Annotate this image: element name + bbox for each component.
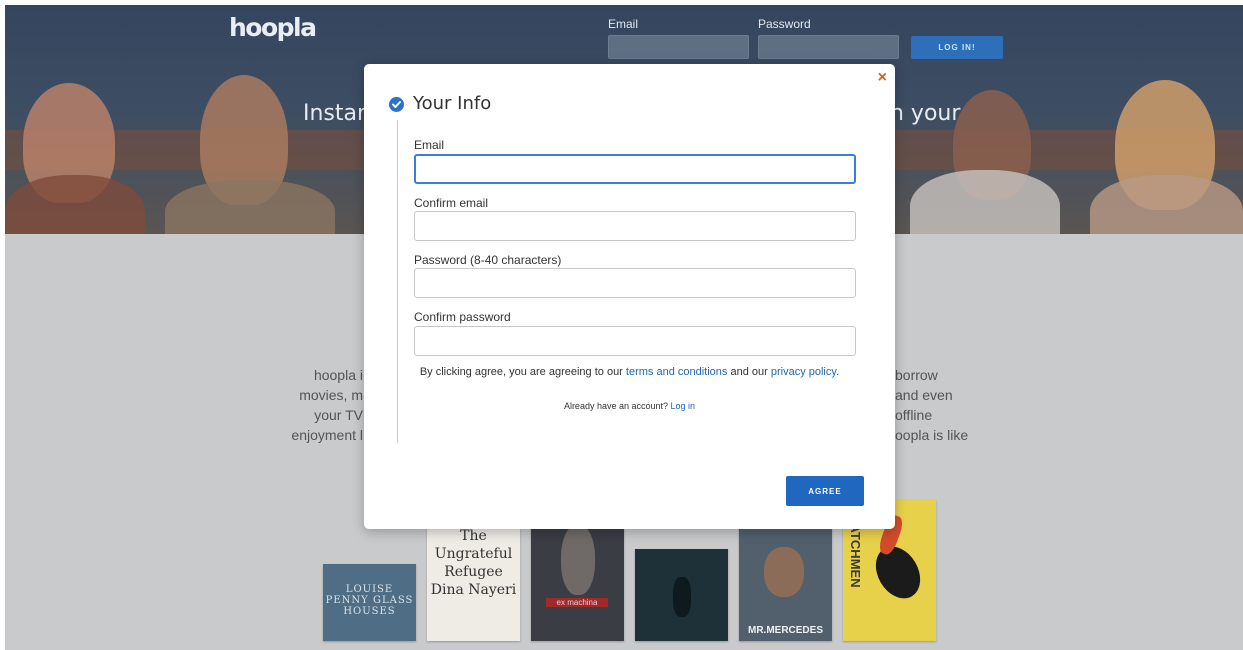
confirm-email-label: Confirm email [414, 196, 489, 210]
confirm-email-field[interactable] [414, 211, 856, 241]
privacy-link[interactable]: privacy policy [771, 366, 836, 378]
page-background: hoopla Email Password LOG IN! Instant h … [5, 5, 1243, 650]
agreement-text: By clicking agree, you are agreeing to o… [364, 366, 895, 378]
step-rail [397, 120, 398, 443]
password-field[interactable] [414, 268, 856, 298]
your-info-modal: × Your Info Email Confirm email Password… [364, 64, 895, 529]
agreement-text-part: and our [730, 366, 768, 378]
password-label: Password (8-40 characters) [414, 253, 562, 267]
email-field[interactable] [414, 154, 856, 184]
modal-title: Your Info [413, 93, 492, 114]
check-circle-icon [389, 97, 404, 112]
agreement-text-part: . [836, 366, 840, 378]
confirm-password-field[interactable] [414, 326, 856, 356]
close-icon[interactable]: × [878, 70, 887, 86]
confirm-password-label: Confirm password [414, 310, 511, 324]
terms-link[interactable]: terms and conditions [626, 366, 728, 378]
agreement-text-part: By clicking agree, you are agreeing to o… [419, 366, 623, 378]
agree-button[interactable]: AGREE [786, 476, 864, 506]
account-text: Already have an account? Log in [364, 401, 895, 411]
login-link[interactable]: Log in [671, 401, 696, 411]
email-label: Email [414, 138, 445, 152]
account-prompt: Already have an account? [563, 401, 669, 411]
